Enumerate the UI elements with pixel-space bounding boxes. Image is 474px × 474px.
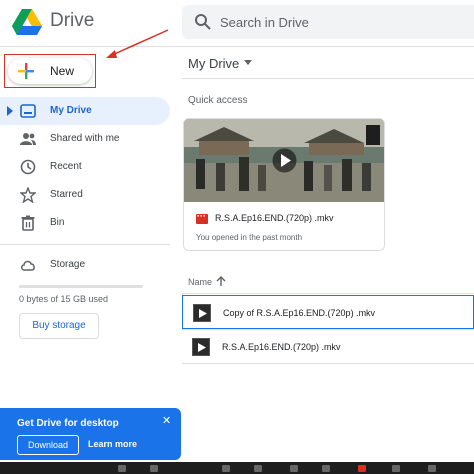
sidebar-item-bin[interactable]: Bin bbox=[0, 209, 170, 237]
sidebar-item-label: Bin bbox=[50, 217, 65, 228]
app-title: Drive bbox=[50, 10, 95, 31]
buy-storage-button[interactable]: Buy storage bbox=[19, 313, 99, 339]
sidebar-item-label: Shared with me bbox=[50, 133, 120, 144]
star-icon bbox=[20, 187, 36, 203]
sidebar-item-label: Starred bbox=[50, 189, 83, 200]
sidebar-item-label: Recent bbox=[50, 161, 82, 172]
taskbar-app-icon[interactable] bbox=[254, 465, 262, 472]
file-name: Copy of R.S.A.Ep16.END.(720p) .mkv bbox=[223, 308, 376, 318]
taskbar-app-icon[interactable] bbox=[322, 465, 330, 472]
desktop-promo-banner: Get Drive for desktop ✕ Download Learn m… bbox=[0, 408, 181, 460]
sidebar-item-label: My Drive bbox=[50, 105, 92, 116]
sidebar-item-starred[interactable]: Starred bbox=[0, 181, 170, 209]
sidebar-item-recent[interactable]: Recent bbox=[0, 153, 170, 181]
my-drive-icon bbox=[20, 104, 36, 118]
main-divider bbox=[182, 78, 474, 79]
new-button-label: New bbox=[50, 64, 75, 78]
taskbar-app-icon[interactable] bbox=[358, 465, 366, 472]
storage-usage-text: 0 bytes of 15 GB used bbox=[19, 294, 109, 304]
learn-more-link[interactable]: Learn more bbox=[88, 439, 137, 449]
sidebar-item-storage[interactable]: Storage bbox=[0, 251, 170, 279]
card-subtitle: You opened in the past month bbox=[196, 233, 303, 242]
row-divider bbox=[182, 363, 474, 364]
table-row[interactable]: Copy of R.S.A.Ep16.END.(720p) .mkv bbox=[182, 295, 474, 329]
shared-icon bbox=[20, 133, 36, 145]
caret-down-icon[interactable] bbox=[244, 60, 252, 65]
sort-up-arrow-icon[interactable] bbox=[216, 275, 226, 287]
annotation-arrow-icon bbox=[106, 29, 169, 58]
taskbar-app-icon[interactable] bbox=[428, 465, 436, 472]
download-button[interactable]: Download bbox=[17, 435, 79, 455]
search-bar[interactable] bbox=[182, 5, 474, 39]
taskbar bbox=[0, 462, 474, 474]
page-title[interactable]: My Drive bbox=[188, 56, 239, 71]
video-file-icon bbox=[196, 214, 208, 224]
taskbar-app-icon[interactable] bbox=[118, 465, 126, 472]
sidebar-item-shared-with-me[interactable]: Shared with me bbox=[0, 125, 170, 153]
sidebar-item-label: Storage bbox=[50, 259, 86, 270]
taskbar-app-icon[interactable] bbox=[222, 465, 230, 472]
quick-access-card[interactable]: R.S.A.Ep16.END.(720p) .mkv You opened in… bbox=[183, 118, 385, 251]
search-icon[interactable] bbox=[194, 13, 212, 31]
column-header-name[interactable]: Name bbox=[188, 277, 212, 287]
header-divider bbox=[0, 46, 474, 47]
list-header-divider bbox=[182, 293, 474, 294]
video-thumbnail-icon bbox=[192, 338, 210, 356]
file-name: R.S.A.Ep16.END.(720p) .mkv bbox=[222, 342, 341, 352]
card-file-name: R.S.A.Ep16.END.(720p) .mkv bbox=[215, 213, 334, 223]
quick-access-label: Quick access bbox=[188, 95, 248, 106]
search-input[interactable] bbox=[220, 5, 470, 39]
sidebar-item-my-drive[interactable]: My Drive bbox=[0, 97, 170, 125]
chevron-right-icon[interactable] bbox=[7, 106, 13, 116]
taskbar-app-icon[interactable] bbox=[392, 465, 400, 472]
taskbar-app-icon[interactable] bbox=[290, 465, 298, 472]
storage-progress-bar bbox=[19, 285, 143, 288]
sidebar-divider bbox=[0, 244, 170, 245]
table-row[interactable]: R.S.A.Ep16.END.(720p) .mkv bbox=[182, 330, 474, 364]
play-icon[interactable] bbox=[272, 148, 297, 173]
cloud-icon bbox=[21, 260, 35, 271]
taskbar-app-icon[interactable] bbox=[150, 465, 158, 472]
new-button[interactable]: New bbox=[8, 58, 92, 84]
plus-icon bbox=[18, 63, 34, 79]
close-icon[interactable]: ✕ bbox=[162, 414, 171, 427]
drive-logo-icon[interactable] bbox=[12, 8, 42, 36]
clock-icon bbox=[20, 159, 36, 175]
trash-icon bbox=[21, 215, 35, 231]
video-thumbnail-icon bbox=[193, 304, 211, 322]
promo-title: Get Drive for desktop bbox=[17, 418, 119, 429]
